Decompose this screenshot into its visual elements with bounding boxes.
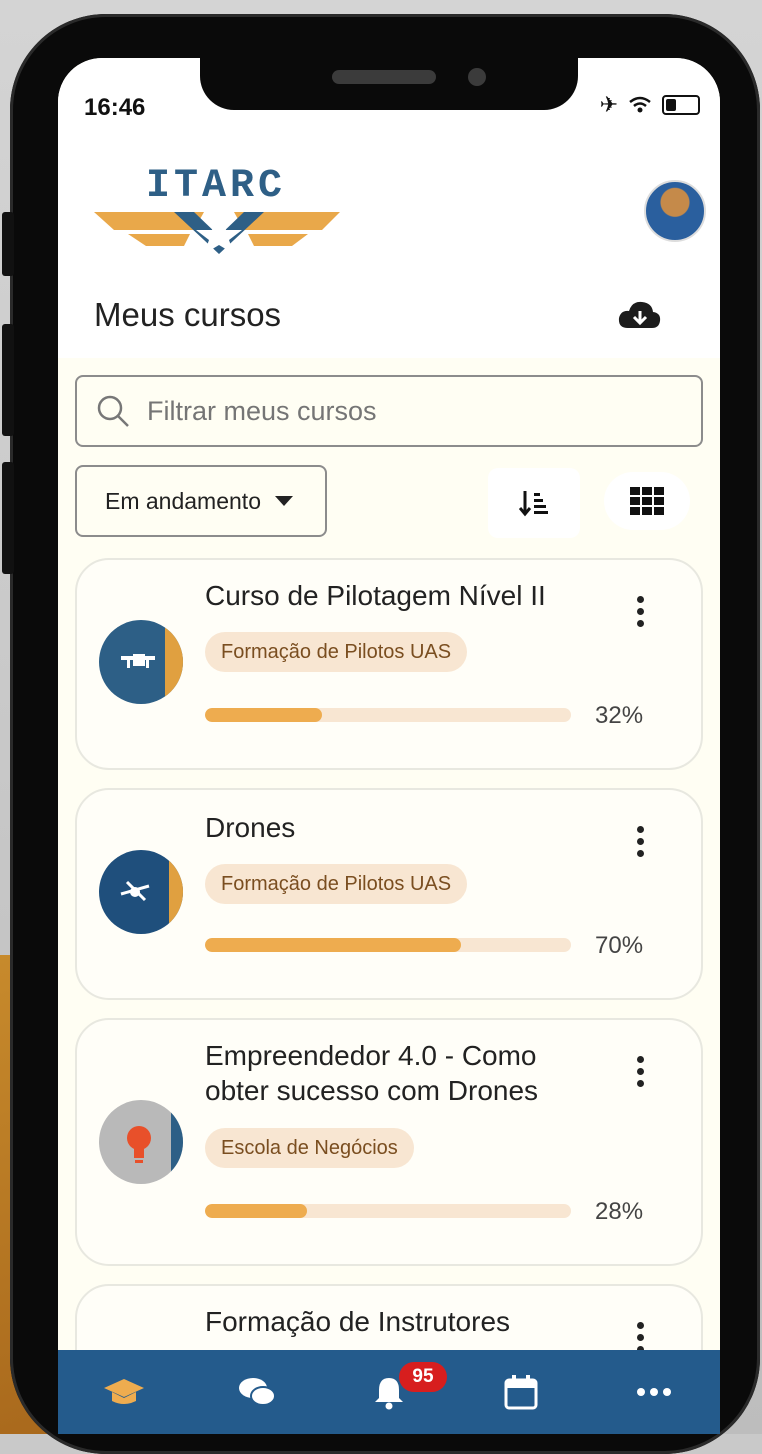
more-options-icon[interactable] <box>637 596 645 632</box>
volume-down-button <box>2 462 14 574</box>
progress-label: 70% <box>595 932 644 959</box>
course-card[interactable]: Empreendedor 4.0 - Como obter sucesso co… <box>75 1018 703 1266</box>
tab-notifications[interactable]: 95 <box>359 1362 447 1422</box>
logo-text: ITARC <box>146 164 286 209</box>
progress-bar <box>205 708 571 722</box>
course-title[interactable]: Drones <box>205 810 595 845</box>
page-title: Meus cursos <box>94 296 282 333</box>
notch <box>200 58 578 110</box>
drone-icon <box>120 850 183 934</box>
course-category: Formação de Pilotos UAS <box>205 632 468 672</box>
more-options-icon[interactable] <box>637 826 645 862</box>
course-card[interactable]: Drones Formação de Pilotos UAS 70% <box>75 788 703 1000</box>
view-toggle-button[interactable] <box>604 472 690 530</box>
more-options-icon[interactable] <box>637 1056 645 1092</box>
course-thumbnail <box>99 1100 183 1184</box>
wifi-icon <box>629 96 651 113</box>
search-input[interactable] <box>145 394 649 428</box>
search-field[interactable] <box>75 375 703 447</box>
camera <box>468 68 486 86</box>
bottom-tab-bar: 95 <box>58 1350 720 1434</box>
itarc-logo: ITARC <box>94 164 340 254</box>
drone-icon <box>121 620 183 704</box>
status-icons: ✈ <box>600 92 700 118</box>
tab-more[interactable] <box>624 1362 684 1422</box>
speaker <box>332 70 436 84</box>
progress-fill <box>205 938 462 952</box>
mute-switch <box>2 212 14 276</box>
course-category: Formação de Pilotos UAS <box>205 864 468 904</box>
course-title[interactable]: Empreendedor 4.0 - Como obter sucesso co… <box>205 1038 595 1108</box>
search-icon <box>97 395 129 427</box>
lightbulb-icon <box>127 1100 183 1184</box>
chevron-down-icon <box>274 496 293 506</box>
status-filter-dropdown[interactable]: Em andamento <box>75 465 327 537</box>
chat-icon <box>238 1378 276 1406</box>
progress-label: 28% <box>595 1198 644 1225</box>
notification-badge: 95 <box>398 1362 447 1392</box>
sort-button[interactable] <box>488 468 580 538</box>
tab-courses[interactable] <box>94 1362 154 1422</box>
course-category: Escola de Negócios <box>205 1128 414 1168</box>
cloud-download-icon[interactable] <box>618 298 662 332</box>
course-thumbnail <box>99 620 183 704</box>
course-title[interactable]: Formação de Instrutores <box>205 1304 595 1339</box>
filter-selected: Em andamento <box>105 487 261 514</box>
course-thumbnail <box>99 850 183 934</box>
progress-bar <box>205 938 571 952</box>
app-screen: 16:46 ✈ ITARC Meus cursos Em andamen <box>58 58 720 1434</box>
airplane-icon: ✈ <box>599 92 618 117</box>
more-icon <box>636 1388 671 1396</box>
progress-fill <box>205 708 323 722</box>
tab-calendar[interactable] <box>491 1362 551 1422</box>
calendar-icon <box>504 1375 538 1410</box>
user-avatar[interactable] <box>644 180 706 242</box>
course-card[interactable]: Curso de Pilotagem Nível II Formação de … <box>75 558 703 770</box>
progress-label: 32% <box>595 702 644 729</box>
status-time: 16:46 <box>84 94 146 121</box>
tab-messages[interactable] <box>227 1362 287 1422</box>
progress-bar <box>205 1204 571 1218</box>
sort-icon <box>519 491 548 517</box>
volume-up-button <box>2 324 14 436</box>
progress-fill <box>205 1204 308 1218</box>
grid-icon <box>630 487 664 515</box>
graduation-cap-icon <box>104 1379 145 1404</box>
course-title[interactable]: Curso de Pilotagem Nível II <box>205 578 595 613</box>
battery-icon <box>662 95 700 115</box>
